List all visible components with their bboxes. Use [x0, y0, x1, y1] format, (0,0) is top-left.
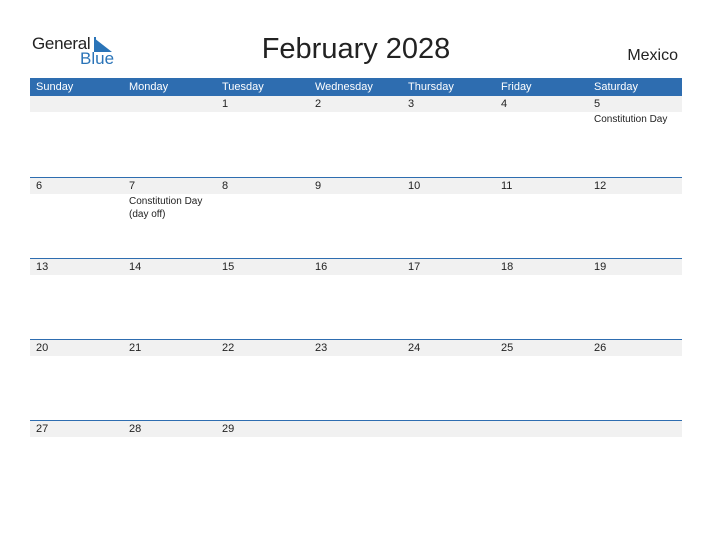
day-number: 22 — [222, 342, 235, 354]
day-cell: 6 — [30, 178, 123, 258]
day-cell: 12 — [588, 178, 681, 258]
day-cell: 19 — [588, 259, 681, 339]
week-cells: 6 7 Constitution Day (day off) 8 9 10 11 12 — [30, 178, 681, 258]
day-number: 7 — [129, 180, 136, 192]
day-cell — [123, 96, 216, 176]
week-row: 20 21 22 23 24 25 26 — [30, 339, 682, 420]
day-number: 21 — [129, 342, 142, 354]
week-cells: 13 14 15 16 17 18 19 — [30, 259, 681, 339]
day-cell — [30, 96, 123, 176]
day-number: 8 — [222, 180, 229, 192]
week-cells: 20 21 22 23 24 25 26 — [30, 340, 681, 420]
day-number: 18 — [501, 261, 514, 273]
day-number: 9 — [315, 180, 322, 192]
day-number: 26 — [594, 342, 607, 354]
weekday-friday: Friday — [501, 81, 532, 93]
day-cell: 3 — [402, 96, 495, 176]
weekday-tuesday: Tuesday — [222, 81, 264, 93]
day-cell — [402, 421, 495, 501]
week-row: 1 2 3 4 5 Constitution Day — [30, 96, 682, 177]
day-cell: 4 — [495, 96, 588, 176]
day-cell: 13 — [30, 259, 123, 339]
day-number: 12 — [594, 180, 607, 192]
day-cell: 7 Constitution Day (day off) — [123, 178, 216, 258]
day-cell — [309, 421, 402, 501]
day-cell: 1 — [216, 96, 309, 176]
day-cell: 14 — [123, 259, 216, 339]
day-number: 15 — [222, 261, 235, 273]
day-number: 6 — [36, 180, 43, 192]
weekday-thursday: Thursday — [408, 81, 454, 93]
day-number: 14 — [129, 261, 142, 273]
day-number: 10 — [408, 180, 421, 192]
day-cell: 2 — [309, 96, 402, 176]
weekday-wednesday: Wednesday — [315, 81, 373, 93]
day-cell: 5 Constitution Day — [588, 96, 681, 176]
day-cell: 20 — [30, 340, 123, 420]
weekday-saturday: Saturday — [594, 81, 639, 93]
day-cell: 27 — [30, 421, 123, 501]
holiday-label: Constitution Day — [594, 114, 668, 125]
country-label: Mexico — [627, 47, 678, 64]
day-cell: 10 — [402, 178, 495, 258]
day-number: 16 — [315, 261, 328, 273]
day-cell — [495, 421, 588, 501]
day-number: 3 — [408, 98, 415, 110]
day-cell: 23 — [309, 340, 402, 420]
week-row: 13 14 15 16 17 18 19 — [30, 258, 682, 339]
week-row: 6 7 Constitution Day (day off) 8 9 10 11 12 — [30, 177, 682, 258]
day-number: 28 — [129, 423, 142, 435]
day-number: 1 — [222, 98, 229, 110]
day-number: 5 — [594, 98, 601, 110]
day-cell: 22 — [216, 340, 309, 420]
day-number: 17 — [408, 261, 421, 273]
week-cells: 1 2 3 4 5 Constitution Day — [30, 96, 681, 176]
day-cell: 11 — [495, 178, 588, 258]
weekday-header: Sunday Monday Tuesday Wednesday Thursday… — [30, 78, 682, 96]
day-number: 23 — [315, 342, 328, 354]
day-cell: 28 — [123, 421, 216, 501]
day-cell: 17 — [402, 259, 495, 339]
day-number: 11 — [501, 180, 513, 192]
day-number: 20 — [36, 342, 49, 354]
weekday-sunday: Sunday — [36, 81, 74, 93]
weeks-container: 1 2 3 4 5 Constitution Day 6 7 Constitution Day … — [30, 96, 682, 501]
day-number: 29 — [222, 423, 235, 435]
day-cell: 29 — [216, 421, 309, 501]
calendar-title: February 2028 — [261, 33, 451, 65]
day-cell: 15 — [216, 259, 309, 339]
day-number: 2 — [315, 98, 322, 110]
day-cell: 18 — [495, 259, 588, 339]
weekday-monday: Monday — [129, 81, 169, 93]
day-number: 25 — [501, 342, 514, 354]
day-number: 27 — [36, 423, 49, 435]
calendar-grid: Sunday Monday Tuesday Wednesday Thursday… — [30, 78, 682, 501]
day-cell: 24 — [402, 340, 495, 420]
day-cell: 21 — [123, 340, 216, 420]
day-number: 4 — [501, 98, 508, 110]
day-number: 13 — [36, 261, 49, 273]
day-cell: 9 — [309, 178, 402, 258]
day-cell: 8 — [216, 178, 309, 258]
day-cell: 25 — [495, 340, 588, 420]
week-cells: 27 28 29 — [30, 421, 681, 501]
day-number: 24 — [408, 342, 421, 354]
day-cell — [588, 421, 681, 501]
day-cell: 16 — [309, 259, 402, 339]
day-cell: 26 — [588, 340, 681, 420]
week-row: 27 28 29 — [30, 420, 682, 501]
holiday-label: Constitution Day (day off) — [129, 196, 203, 220]
day-number: 19 — [594, 261, 607, 273]
